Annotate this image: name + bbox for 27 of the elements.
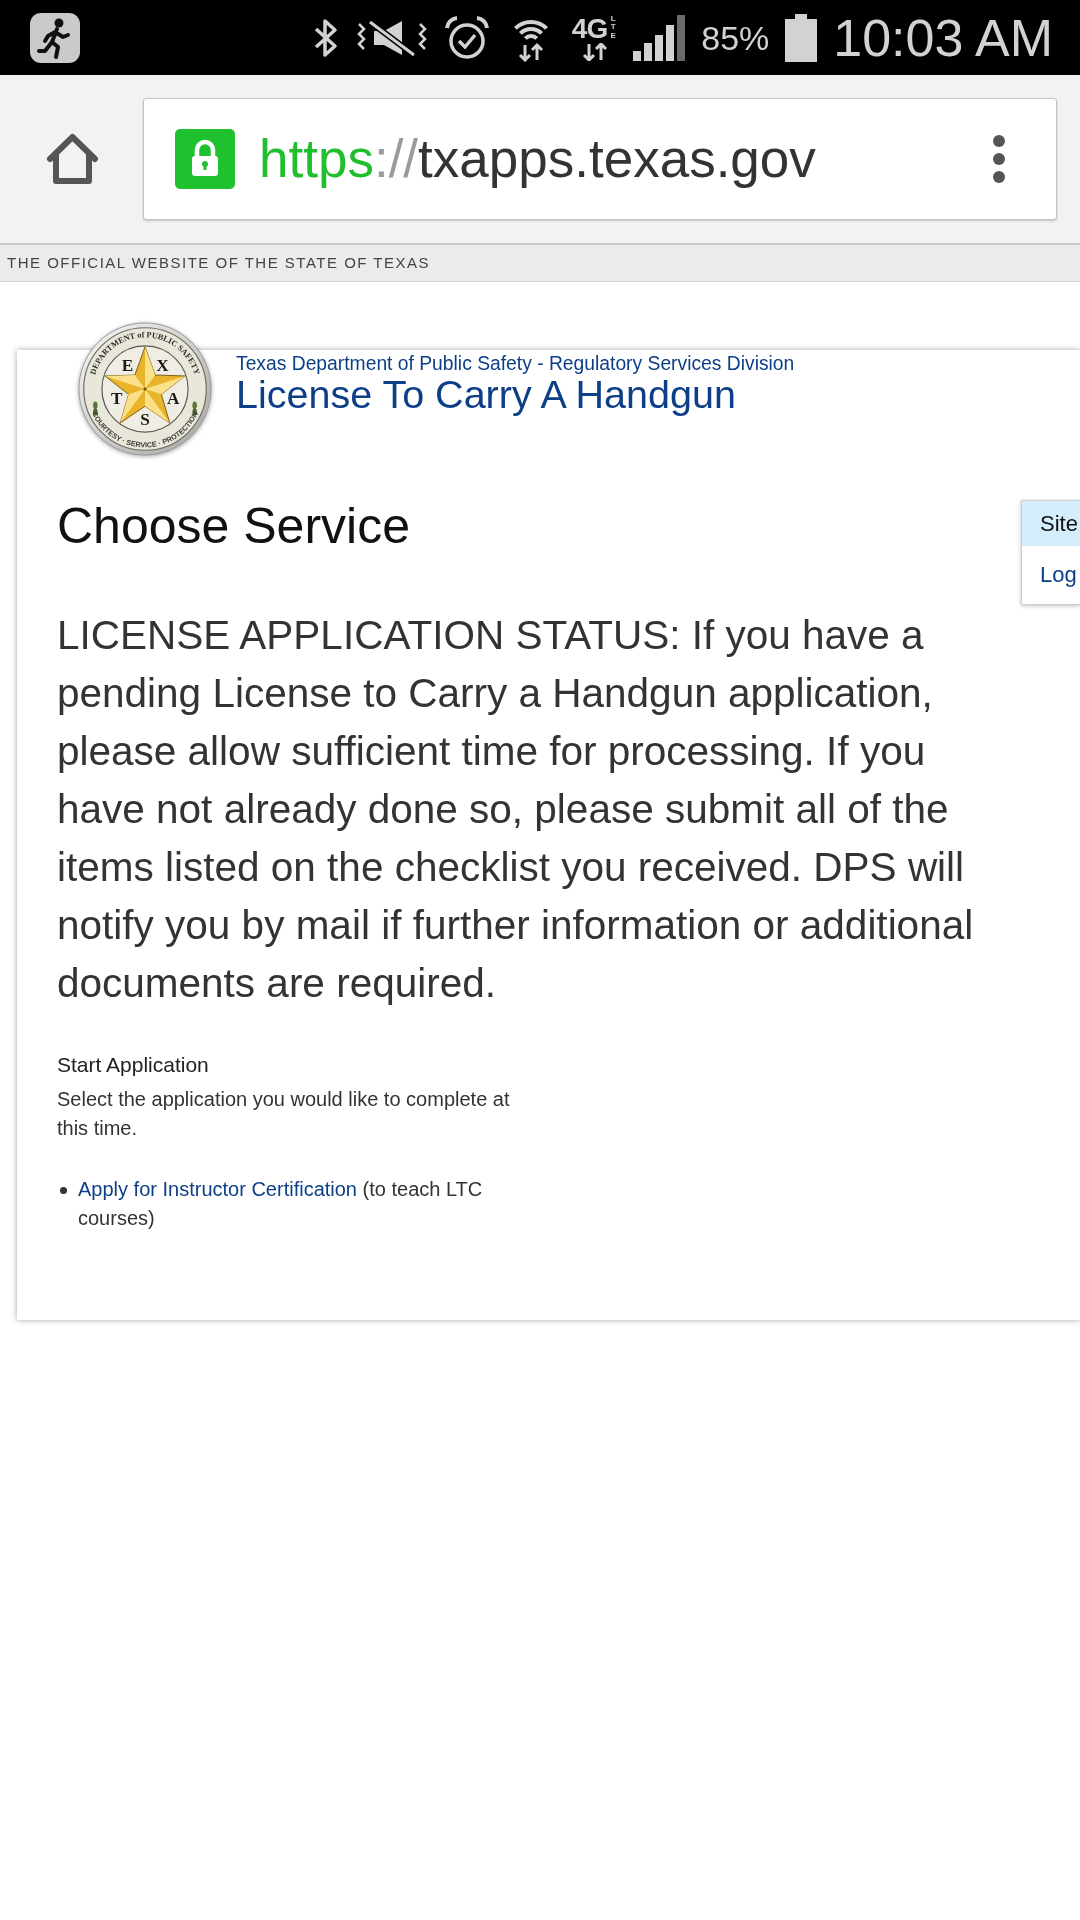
instructor-certification-link[interactable]: Apply for Instructor Certification [78, 1178, 357, 1200]
address-bar[interactable]: https://txapps.texas.gov [143, 98, 1057, 220]
page-heading: Choose Service [57, 497, 410, 556]
lock-icon [175, 129, 235, 189]
status-notice: LICENSE APPLICATION STATUS: If you have a pending License to Carry a Handgun application, please allow sufficient time for processing. If you have not already done so, please submit all of the items listed on the checklist you received. DPS will notify you by mail if further information or additional documents are required. [57, 611, 975, 1008]
menu-icon[interactable] [992, 134, 1006, 184]
runner-icon [30, 12, 80, 63]
data-arrows-icon [581, 42, 608, 61]
menu-item[interactable]: Site [1022, 501, 1080, 546]
alarm-clock-icon [443, 14, 490, 61]
home-icon[interactable] [45, 132, 100, 186]
application-option-text: Apply for Instructor Certification (to teach LTC courses) [78, 1177, 484, 1231]
battery-icon [785, 13, 818, 62]
page-title: License To Carry A Handgun [236, 374, 737, 416]
network-sub-label: LTE [609, 14, 617, 41]
battery-percent: 85% [701, 20, 770, 55]
agency-name: Texas Department of Public Safety - Regulatory Services Division [236, 353, 795, 375]
network-type-label: 4G [571, 14, 608, 43]
menu-item[interactable]: Log [1022, 546, 1080, 604]
bullet-icon [60, 1187, 67, 1194]
section-title: Start Application [57, 1052, 209, 1078]
banner-text: THE OFFICIAL WEBSITE OF THE STATE OF TEXAS [7, 254, 431, 272]
signal-bars-icon [633, 14, 686, 61]
url-text: https://txapps.texas.gov [259, 128, 816, 190]
clock-time: 10:03 AM [833, 11, 1053, 64]
muted-speaker-icon [355, 17, 428, 58]
section-description: Select the application you would like to complete at this time. [57, 1087, 511, 1141]
